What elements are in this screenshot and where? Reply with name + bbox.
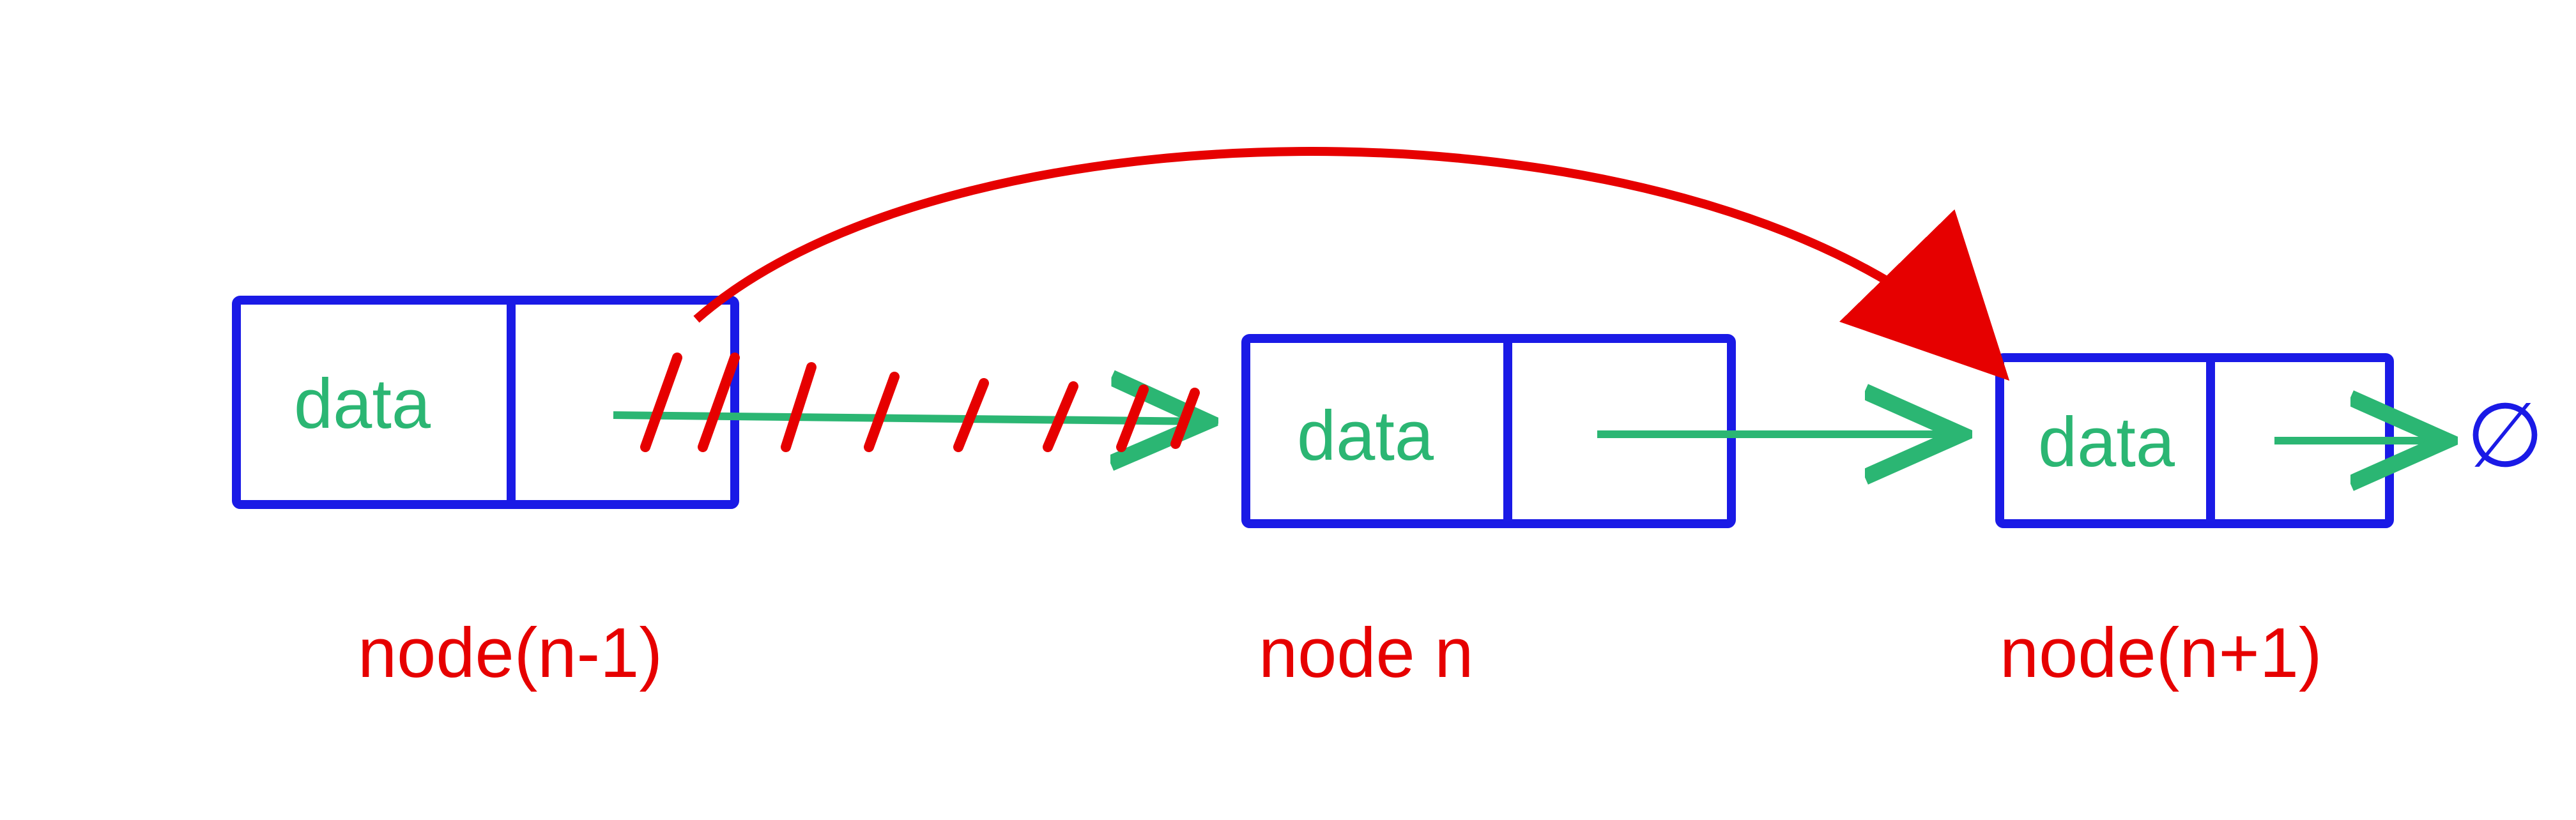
node-next-data-label: data (2038, 403, 2175, 482)
node-next-caption: node(n+1) (2000, 614, 2322, 692)
node-curr-caption: node n (1259, 614, 1473, 692)
cut-marks (645, 358, 1195, 447)
pointer-prev-to-curr (613, 415, 1208, 421)
node-prev-data-label: data (294, 365, 431, 443)
node-curr-data-label: data (1297, 397, 1434, 475)
bypass-arrow (696, 151, 1987, 358)
linked-list-diagram: data data data ∅ node(n-1) node n node(n… (0, 0, 2576, 820)
null-symbol: ∅ (2466, 385, 2544, 485)
node-prev-caption: node(n-1) (358, 614, 663, 692)
